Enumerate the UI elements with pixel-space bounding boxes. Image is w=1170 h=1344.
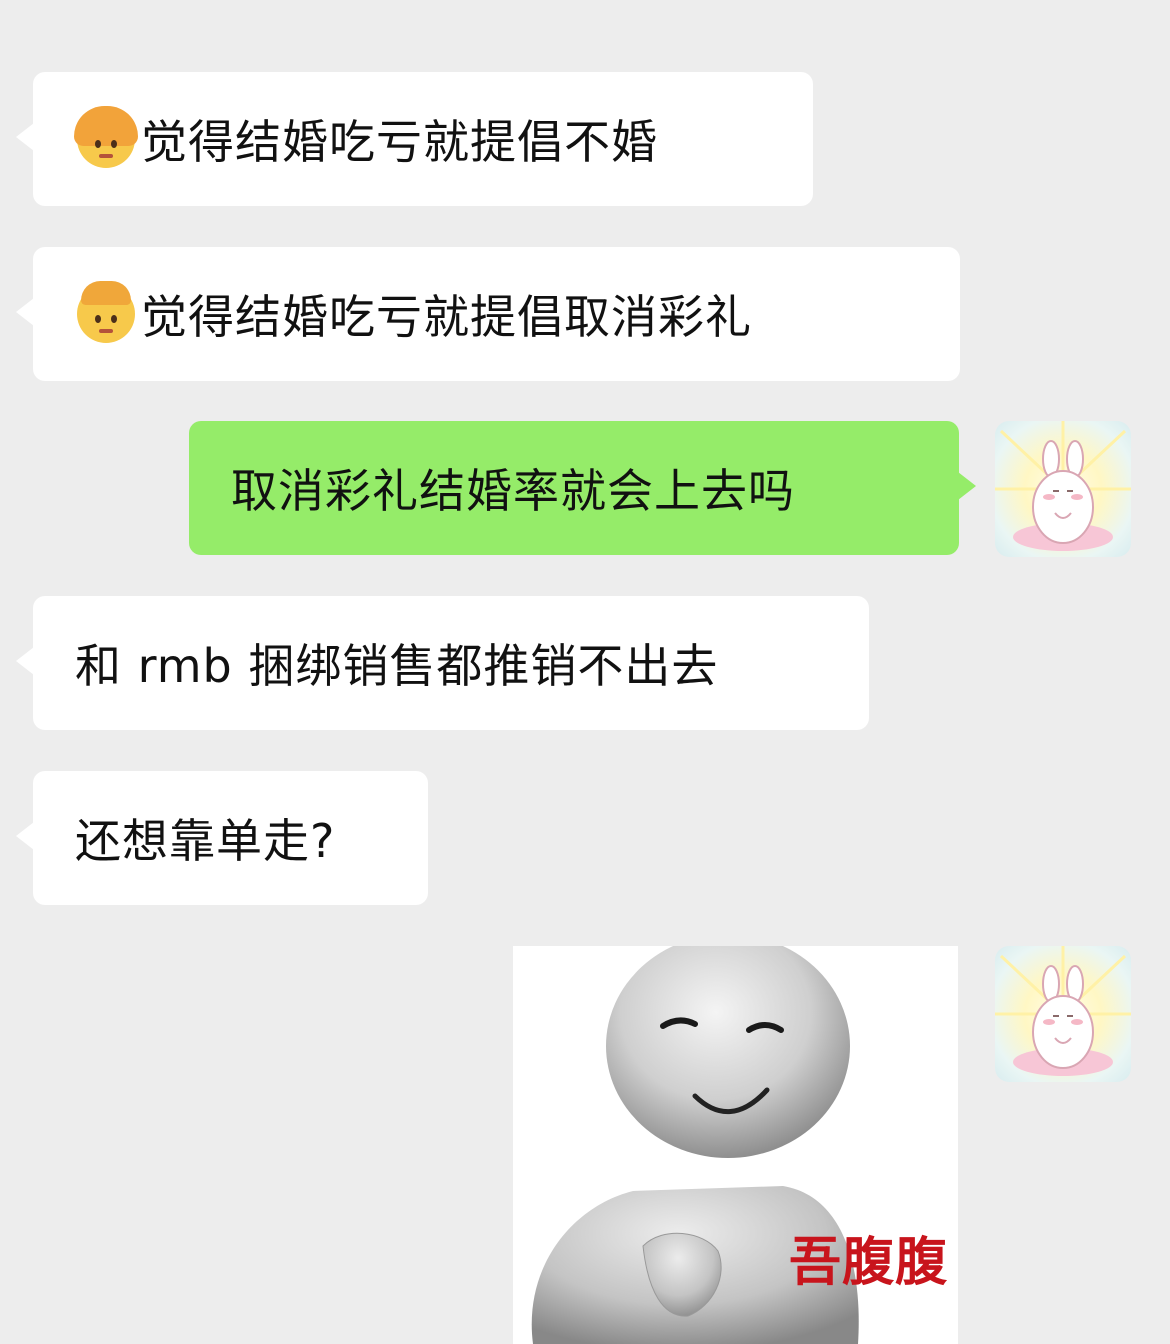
bubble-tail	[16, 822, 34, 850]
man-emoji-icon	[77, 281, 135, 343]
user-avatar[interactable]	[995, 946, 1131, 1082]
message-text: 取消彩礼结婚率就会上去吗	[231, 464, 795, 518]
bunny-avatar-icon	[995, 421, 1131, 551]
message-bubble-incoming[interactable]: 觉得结婚吃亏就提倡取消彩礼	[33, 247, 960, 381]
sticker-message[interactable]: 吾腹腹	[513, 946, 958, 1344]
sticker-caption: 吾腹腹	[789, 1233, 949, 1293]
bubble-tail	[958, 472, 976, 500]
bubble-tail	[16, 123, 34, 151]
chat-window: 觉得结婚吃亏就提倡不婚 觉得结婚吃亏就提倡取消彩礼 取消彩礼结婚率就会上去吗 和…	[0, 0, 1170, 1344]
bubble-tail	[16, 647, 34, 675]
bunny-avatar-icon	[995, 946, 1131, 1076]
message-bubble-incoming[interactable]: 觉得结婚吃亏就提倡不婚	[33, 72, 813, 206]
message-bubble-incoming[interactable]: 还想靠单走?	[33, 771, 428, 905]
message-text: 觉得结婚吃亏就提倡不婚	[141, 115, 658, 169]
message-bubble-outgoing[interactable]: 取消彩礼结婚率就会上去吗	[189, 421, 959, 555]
message-text: 还想靠单走?	[75, 814, 336, 868]
woman-emoji-icon	[74, 106, 138, 168]
bubble-tail	[16, 298, 34, 326]
message-text: 和 rmb 捆绑销售都推销不出去	[75, 639, 719, 693]
message-bubble-incoming[interactable]: 和 rmb 捆绑销售都推销不出去	[33, 596, 869, 730]
message-text: 觉得结婚吃亏就提倡取消彩礼	[141, 290, 752, 344]
user-avatar[interactable]	[995, 421, 1131, 557]
